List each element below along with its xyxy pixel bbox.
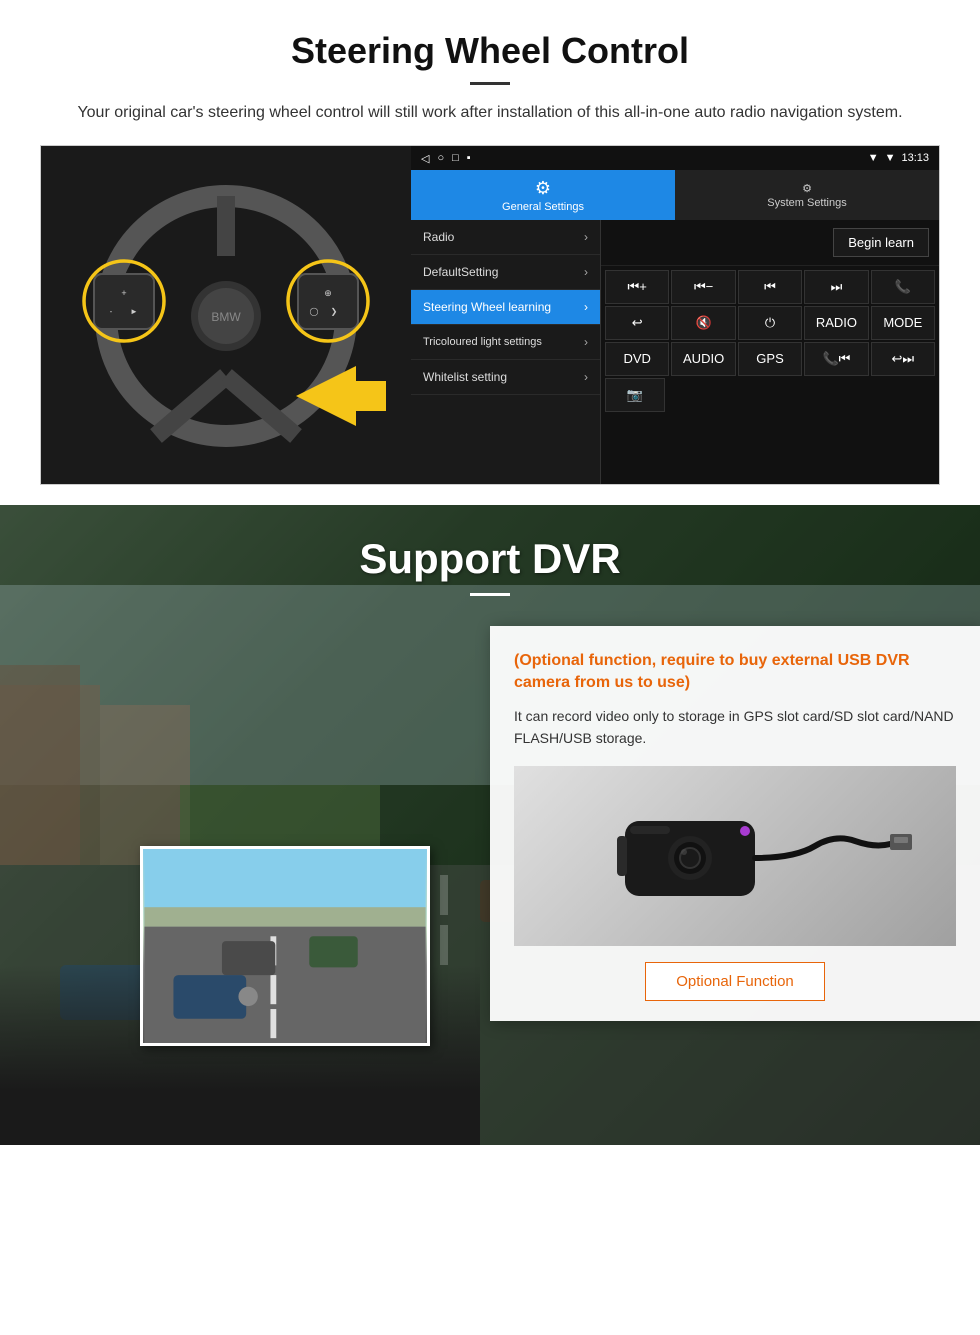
svg-text:◯: ◯ bbox=[310, 307, 319, 316]
nav-icons: ◁ ○ □ ▪ bbox=[421, 152, 471, 165]
btn-mode[interactable]: MODE bbox=[871, 306, 935, 340]
btn-mute[interactable]: 🔇 bbox=[671, 306, 735, 340]
menu-item-defaultsetting[interactable]: DefaultSetting › bbox=[411, 255, 600, 290]
tab-system-settings[interactable]: ⚙ System Settings bbox=[675, 170, 939, 220]
btn-phone[interactable]: 📞 bbox=[871, 270, 935, 304]
chevron-icon: › bbox=[584, 300, 588, 314]
dvr-camera-image bbox=[514, 766, 956, 946]
btn-audio[interactable]: AUDIO bbox=[671, 342, 735, 376]
btn-phone-next[interactable]: ↩⏭ bbox=[871, 342, 935, 376]
tab-system-label: System Settings bbox=[767, 197, 846, 209]
back-nav-icon[interactable]: ◁ bbox=[421, 152, 429, 165]
controls-row-1: ⏮+ ⏮− ⏮ ⏭ 📞 bbox=[605, 270, 935, 304]
menu-item-tricoloured[interactable]: Tricoloured light settings › bbox=[411, 325, 600, 360]
btn-prev-track[interactable]: ⏮ bbox=[738, 270, 802, 304]
chevron-icon: › bbox=[584, 370, 588, 384]
status-bar: ◁ ○ □ ▪ ▼ ▼ 13:13 bbox=[411, 146, 939, 170]
chevron-icon: › bbox=[584, 265, 588, 279]
dvr-header: Support DVR bbox=[0, 505, 980, 606]
steering-photo: BMW + - ► ⊕ ◯ ❯ bbox=[41, 146, 411, 485]
controls-row-4: 📷 bbox=[605, 378, 935, 412]
tab-general-settings[interactable]: ⚙ General Settings bbox=[411, 170, 675, 220]
dvr-description: It can record video only to storage in G… bbox=[514, 705, 956, 750]
btn-dvd[interactable]: DVD bbox=[605, 342, 669, 376]
dvr-title: Support DVR bbox=[40, 535, 940, 583]
title-divider bbox=[470, 82, 510, 85]
tab-general-label: General Settings bbox=[502, 201, 584, 213]
btn-power[interactable]: ⏻ bbox=[738, 306, 802, 340]
svg-text:BMW: BMW bbox=[211, 310, 241, 324]
optional-function-button[interactable]: Optional Function bbox=[645, 962, 825, 1001]
svg-text:⊕: ⊕ bbox=[324, 288, 332, 298]
dvr-lower: (Optional function, require to buy exter… bbox=[0, 606, 980, 1106]
btn-vol-up[interactable]: ⏮+ bbox=[605, 270, 669, 304]
controls-grid: ⏮+ ⏮− ⏮ ⏭ 📞 ↩ 🔇 ⏻ RADIO MODE bbox=[601, 266, 939, 416]
menu-item-steering-learning[interactable]: Steering Wheel learning › bbox=[411, 290, 600, 325]
steering-section: Steering Wheel Control Your original car… bbox=[0, 0, 980, 505]
camera-svg bbox=[545, 776, 925, 936]
ui-screenshot-area: BMW + - ► ⊕ ◯ ❯ bbox=[40, 145, 940, 485]
left-menu: Radio › DefaultSetting › Steering Wheel … bbox=[411, 220, 601, 484]
begin-learn-row: Begin learn bbox=[601, 220, 939, 266]
system-icon: ⚙ bbox=[802, 182, 812, 195]
begin-learn-button[interactable]: Begin learn bbox=[833, 228, 929, 257]
top-tabs: ⚙ General Settings ⚙ System Settings bbox=[411, 170, 939, 220]
svg-text:-: - bbox=[110, 307, 113, 316]
chevron-icon: › bbox=[584, 230, 588, 244]
signal-icon: ▼ bbox=[868, 152, 879, 164]
btn-next-track[interactable]: ⏭ bbox=[804, 270, 868, 304]
dvr-section: Support DVR bbox=[0, 505, 980, 1145]
btn-screenshot[interactable]: 📷 bbox=[605, 378, 665, 412]
controls-row-3: DVD AUDIO GPS 📞⏮ ↩⏭ bbox=[605, 342, 935, 376]
page-title: Steering Wheel Control bbox=[40, 30, 940, 72]
svg-text:❯: ❯ bbox=[331, 307, 338, 316]
android-panel: ◁ ○ □ ▪ ▼ ▼ 13:13 ⚙ General Settings bbox=[411, 146, 939, 484]
steering-description: Your original car's steering wheel contr… bbox=[60, 101, 920, 125]
steering-wheel-image: BMW + - ► ⊕ ◯ ❯ bbox=[66, 166, 386, 466]
gear-icon: ⚙ bbox=[535, 178, 551, 199]
btn-vol-down[interactable]: ⏮− bbox=[671, 270, 735, 304]
chevron-icon: › bbox=[584, 335, 588, 349]
dvr-divider bbox=[470, 593, 510, 596]
time-display: 13:13 bbox=[901, 152, 929, 164]
menu-item-radio[interactable]: Radio › bbox=[411, 220, 600, 255]
dvr-optional-title: (Optional function, require to buy exter… bbox=[514, 650, 956, 695]
panel-body: Radio › DefaultSetting › Steering Wheel … bbox=[411, 220, 939, 484]
svg-text:►: ► bbox=[130, 307, 138, 316]
btn-gps[interactable]: GPS bbox=[738, 342, 802, 376]
more-nav-icon[interactable]: ▪ bbox=[467, 152, 471, 164]
dvr-content: Support DVR bbox=[0, 505, 980, 1106]
svg-text:+: + bbox=[121, 288, 126, 298]
btn-back[interactable]: ↩ bbox=[605, 306, 669, 340]
dvr-info-card: (Optional function, require to buy exter… bbox=[490, 626, 980, 1021]
dashcam-thumbnail bbox=[140, 846, 430, 1046]
btn-radio[interactable]: RADIO bbox=[804, 306, 868, 340]
controls-row-2: ↩ 🔇 ⏻ RADIO MODE bbox=[605, 306, 935, 340]
dvr-left bbox=[0, 606, 470, 1106]
btn-phone-prev[interactable]: 📞⏮ bbox=[804, 342, 868, 376]
home-nav-icon[interactable]: ○ bbox=[437, 152, 444, 164]
status-right: ▼ ▼ 13:13 bbox=[868, 152, 929, 164]
right-controls: Begin learn ⏮+ ⏮− ⏮ ⏭ 📞 ↩ bbox=[601, 220, 939, 484]
wifi-icon: ▼ bbox=[885, 152, 896, 164]
recent-nav-icon[interactable]: □ bbox=[452, 152, 459, 164]
menu-item-whitelist[interactable]: Whitelist setting › bbox=[411, 360, 600, 395]
